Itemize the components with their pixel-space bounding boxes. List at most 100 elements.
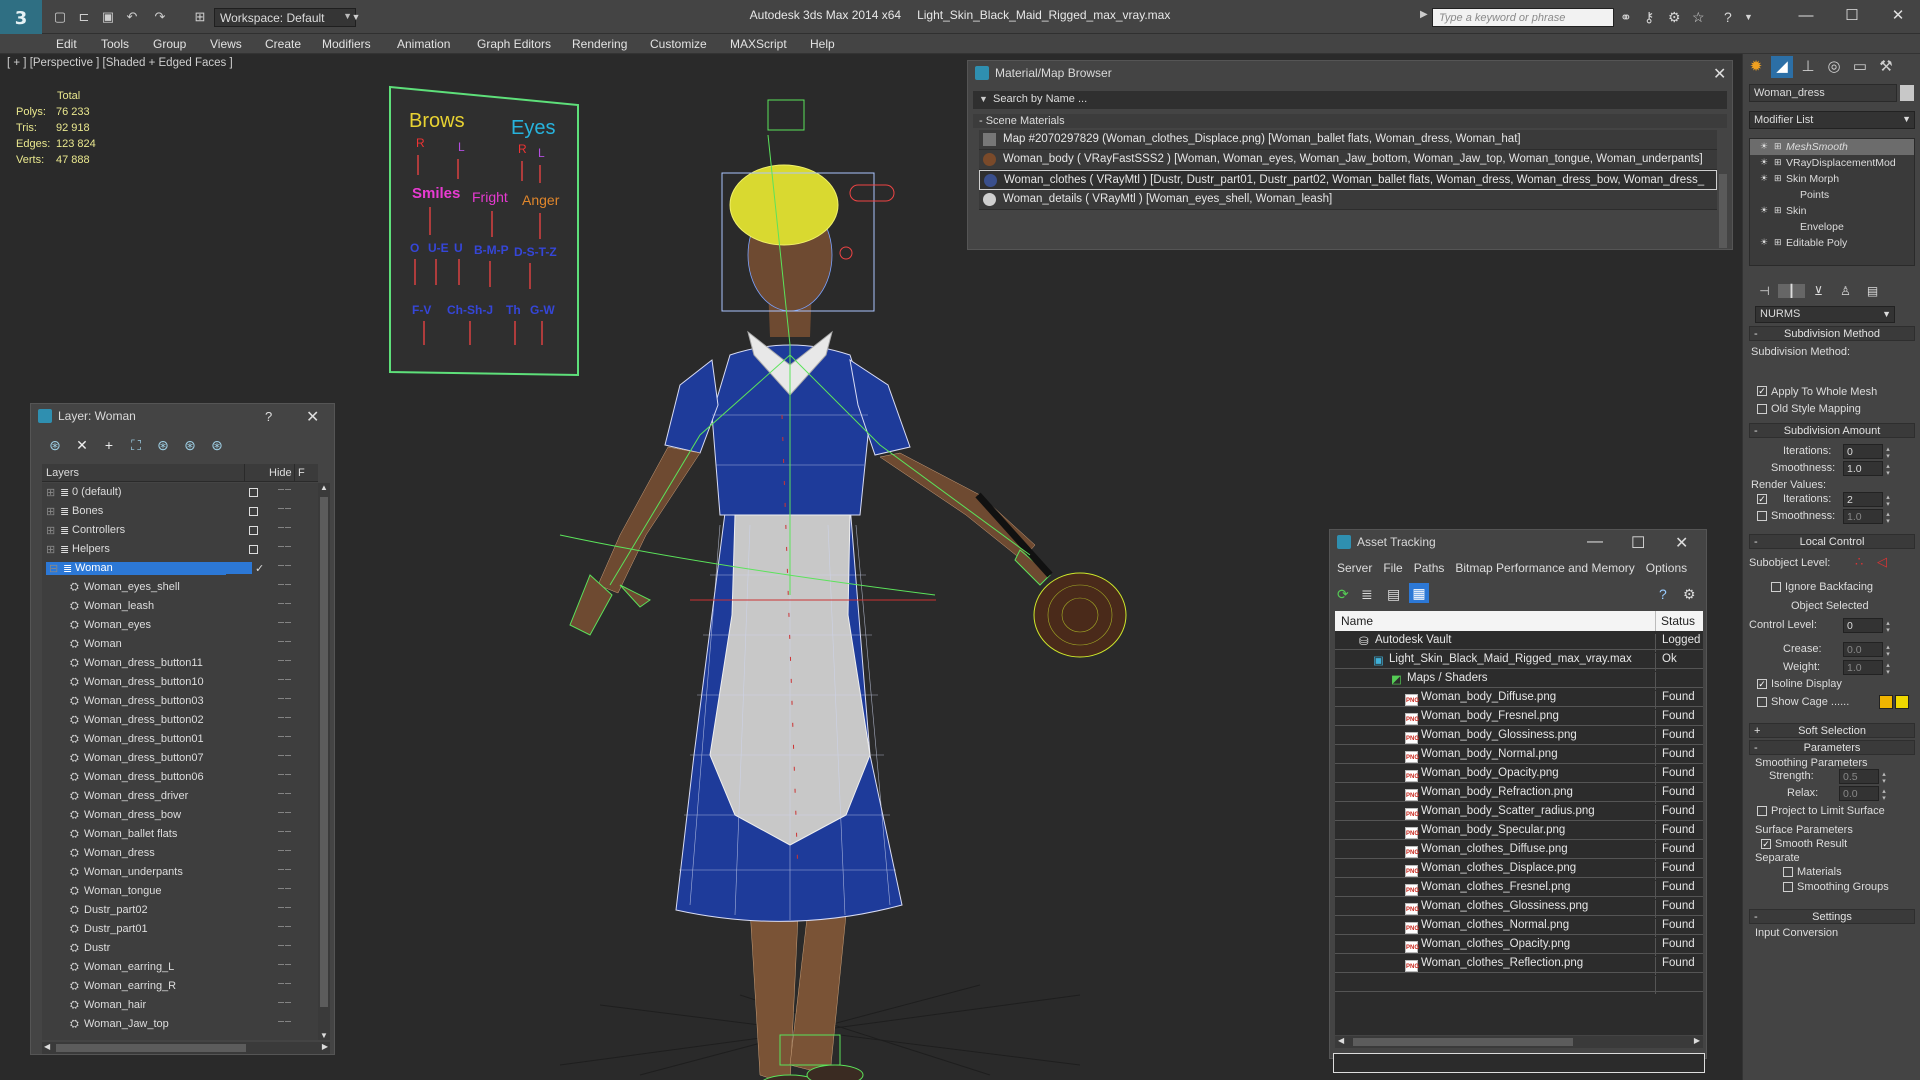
freeze-toggle[interactable]: ┄┄ bbox=[278, 713, 292, 724]
asset-menu-options[interactable]: Options bbox=[1646, 561, 1687, 575]
freeze-toggle[interactable]: ┄┄ bbox=[278, 618, 292, 629]
strength-spinner[interactable]: 0.5 bbox=[1839, 769, 1890, 784]
weight-spinner[interactable]: 1.0 bbox=[1843, 660, 1894, 675]
asset-row-map[interactable]: PNG Woman_body_Fresnel.png Found bbox=[1335, 707, 1703, 728]
show-end-result-icon[interactable]: ┃ bbox=[1778, 284, 1805, 298]
menu-maxscript[interactable]: MAXScript bbox=[730, 37, 787, 51]
asset-row-map[interactable]: PNG Woman_clothes_Opacity.png Found bbox=[1335, 935, 1703, 956]
freeze-toggle[interactable]: ┄┄ bbox=[278, 599, 292, 610]
layer-object-row[interactable]: ⛭ Woman_hair ┄┄ bbox=[42, 996, 318, 1015]
chevron-down-icon[interactable]: ▼ bbox=[979, 94, 988, 104]
subdivision-method-dropdown[interactable]: NURMS ▼ bbox=[1755, 306, 1895, 323]
layer-object-row[interactable]: ⛭ Dustr_part02 ┄┄ bbox=[42, 901, 318, 920]
remove-modifier-icon[interactable]: ♙ bbox=[1832, 284, 1859, 298]
highlight-layer-icon[interactable]: ⊛ bbox=[152, 437, 174, 454]
layer-panel-title[interactable]: Layer: Woman bbox=[30, 403, 335, 429]
asset-row-map[interactable]: PNG Woman_body_Specular.png Found bbox=[1335, 821, 1703, 842]
make-unique-icon[interactable]: ⊻ bbox=[1805, 284, 1832, 298]
freeze-toggle[interactable]: ┄┄ bbox=[278, 998, 292, 1009]
smoothness-spinner[interactable]: 1.0 bbox=[1843, 461, 1894, 476]
layer-object-row[interactable]: ⛭ Woman_dress_button07 ┄┄ bbox=[42, 749, 318, 768]
redo-icon[interactable]: ↷ bbox=[150, 9, 170, 25]
hide-checkbox[interactable] bbox=[249, 507, 258, 516]
layer-object-row[interactable]: ⛭ Woman_dress_bow ┄┄ bbox=[42, 806, 318, 825]
asset-row-map[interactable]: PNG Woman_body_Diffuse.png Found bbox=[1335, 688, 1703, 709]
layer-row[interactable]: ⊞ ≣ Controllers ┄┄ bbox=[42, 521, 318, 540]
chevron-down-icon[interactable]: ▼ bbox=[1744, 9, 1753, 25]
exchange-icon[interactable]: ⚙ bbox=[1668, 9, 1681, 25]
freeze-toggle[interactable]: ┄┄ bbox=[278, 656, 292, 667]
freeze-toggle[interactable]: ┄┄ bbox=[278, 922, 292, 933]
options-icon[interactable]: ⚙ bbox=[1683, 586, 1696, 603]
lightbulb-icon[interactable]: ☀ bbox=[1760, 141, 1768, 152]
help-icon[interactable]: ? bbox=[1659, 586, 1667, 602]
lightbulb-icon[interactable]: ☀ bbox=[1760, 157, 1768, 168]
control-level-spinner[interactable]: 0 bbox=[1843, 618, 1894, 633]
hierarchy-tab-icon[interactable]: ⊥ bbox=[1797, 56, 1819, 78]
material-row[interactable]: Woman_body ( VRayFastSSS2 ) [Woman, Woma… bbox=[979, 150, 1717, 170]
project-limit-checkbox[interactable] bbox=[1757, 806, 1767, 816]
new-file-icon[interactable]: ▢ bbox=[50, 9, 70, 25]
asset-row-group[interactable]: ◩ Maps / Shaders bbox=[1335, 669, 1703, 690]
material-browser-title[interactable]: Material/Map Browser bbox=[967, 60, 1733, 86]
table-view-icon[interactable]: ▦ bbox=[1409, 583, 1429, 603]
vertex-subobject-icon[interactable]: ∴ bbox=[1855, 554, 1863, 570]
freeze-toggle[interactable]: ┄┄ bbox=[278, 903, 292, 914]
freeze-toggle[interactable]: ┄┄ bbox=[278, 504, 292, 515]
scroll-right-icon[interactable]: ▶ bbox=[322, 1042, 328, 1051]
materials-checkbox[interactable] bbox=[1783, 867, 1793, 877]
isoline-display-checkbox[interactable]: ✓ bbox=[1757, 679, 1767, 689]
layer-object-row[interactable]: ⛭ Woman_tongue ┄┄ bbox=[42, 882, 318, 901]
hide-checkbox[interactable] bbox=[249, 488, 258, 497]
layer-row-selected[interactable]: ⊟ ≣ Woman ✓ ┄┄ bbox=[42, 559, 318, 578]
layer-object-row[interactable]: ⛭ Woman ┄┄ bbox=[42, 635, 318, 654]
maximize-icon[interactable]: ☐ bbox=[1832, 4, 1872, 28]
freeze-toggle[interactable]: ┄┄ bbox=[278, 884, 292, 895]
smoothing-groups-checkbox[interactable] bbox=[1783, 882, 1793, 892]
freeze-toggle[interactable]: ┄┄ bbox=[278, 941, 292, 952]
asset-horizontal-scrollbar[interactable]: ◀ ▶ bbox=[1335, 1036, 1703, 1048]
freeze-toggle[interactable]: ┄┄ bbox=[278, 580, 292, 591]
layer-object-row[interactable]: ⛭ Woman_leash ┄┄ bbox=[42, 597, 318, 616]
binoculars-icon[interactable]: ⚭ bbox=[1620, 9, 1632, 25]
asset-menu-file[interactable]: File bbox=[1383, 561, 1402, 575]
layer-object-row[interactable]: ⛭ Woman_earring_R ┄┄ bbox=[42, 977, 318, 996]
open-file-icon[interactable]: ⊏ bbox=[74, 9, 94, 25]
material-row[interactable]: Woman_details ( VRayMtl ) [Woman_eyes_sh… bbox=[979, 190, 1717, 210]
asset-row-vault[interactable]: ⛁Autodesk VaultLogged O bbox=[1335, 631, 1703, 652]
lightbulb-icon[interactable]: ☀ bbox=[1760, 173, 1768, 184]
expand-icon[interactable]: ⊞ bbox=[1774, 157, 1782, 168]
delete-layer-icon[interactable]: ✕ bbox=[71, 437, 93, 454]
menu-customize[interactable]: Customize bbox=[650, 37, 707, 51]
show-cage-checkbox[interactable] bbox=[1757, 697, 1767, 707]
modifier-stack-item[interactable]: Points bbox=[1750, 187, 1914, 203]
close-icon[interactable]: ✕ bbox=[1878, 4, 1918, 28]
hide-all-icon[interactable]: ⊛ bbox=[179, 437, 201, 454]
object-name-field[interactable]: Woman_dress bbox=[1749, 84, 1897, 102]
object-color-swatch[interactable] bbox=[1900, 85, 1914, 101]
cage-color-swatch-2[interactable] bbox=[1895, 695, 1909, 709]
asset-row-map[interactable]: PNG Woman_clothes_Displace.png Found bbox=[1335, 859, 1703, 880]
rollout-soft-selection[interactable]: + Soft Selection bbox=[1749, 723, 1915, 738]
freeze-toggle[interactable]: ┄┄ bbox=[278, 542, 292, 553]
expand-icon[interactable]: ⊞ bbox=[1774, 141, 1782, 152]
scroll-up-icon[interactable]: ▲ bbox=[320, 483, 328, 492]
hide-column-header[interactable]: Hide bbox=[269, 467, 292, 479]
freeze-toggle[interactable]: ┄┄ bbox=[278, 827, 292, 838]
asset-row-map[interactable]: PNG Woman_clothes_Fresnel.png Found bbox=[1335, 878, 1703, 899]
layer-object-row[interactable]: ⛭ Woman_dress_button03 ┄┄ bbox=[42, 692, 318, 711]
save-file-icon[interactable]: ▣ bbox=[98, 9, 118, 25]
render-iterations-spinner[interactable]: 2 bbox=[1843, 492, 1894, 507]
rollout-settings[interactable]: - Settings bbox=[1749, 909, 1915, 924]
layer-object-row[interactable]: ⛭ Woman_dress_button01 ┄┄ bbox=[42, 730, 318, 749]
maximize-icon[interactable]: ☐ bbox=[1631, 533, 1645, 553]
material-search-input[interactable]: ▼ Search by Name ... bbox=[973, 91, 1727, 109]
render-iterations-checkbox[interactable]: ✓ bbox=[1757, 494, 1767, 504]
material-map-browser[interactable]: Material/Map Browser ✕ ▼ Search by Name .… bbox=[966, 59, 1734, 251]
layer-object-row[interactable]: ⛭ Woman_Jaw_top ┄┄ bbox=[42, 1015, 318, 1034]
asset-row-map[interactable]: PNG Woman_clothes_Diffuse.png Found bbox=[1335, 840, 1703, 861]
crease-spinner[interactable]: 0.0 bbox=[1843, 642, 1894, 657]
chevron-down-icon[interactable]: ▼ bbox=[346, 9, 366, 25]
modifier-stack-item[interactable]: ☀ ⊞ Skin Morph bbox=[1750, 171, 1914, 187]
rollout-subdivision-amount[interactable]: - Subdivision Amount bbox=[1749, 423, 1915, 438]
